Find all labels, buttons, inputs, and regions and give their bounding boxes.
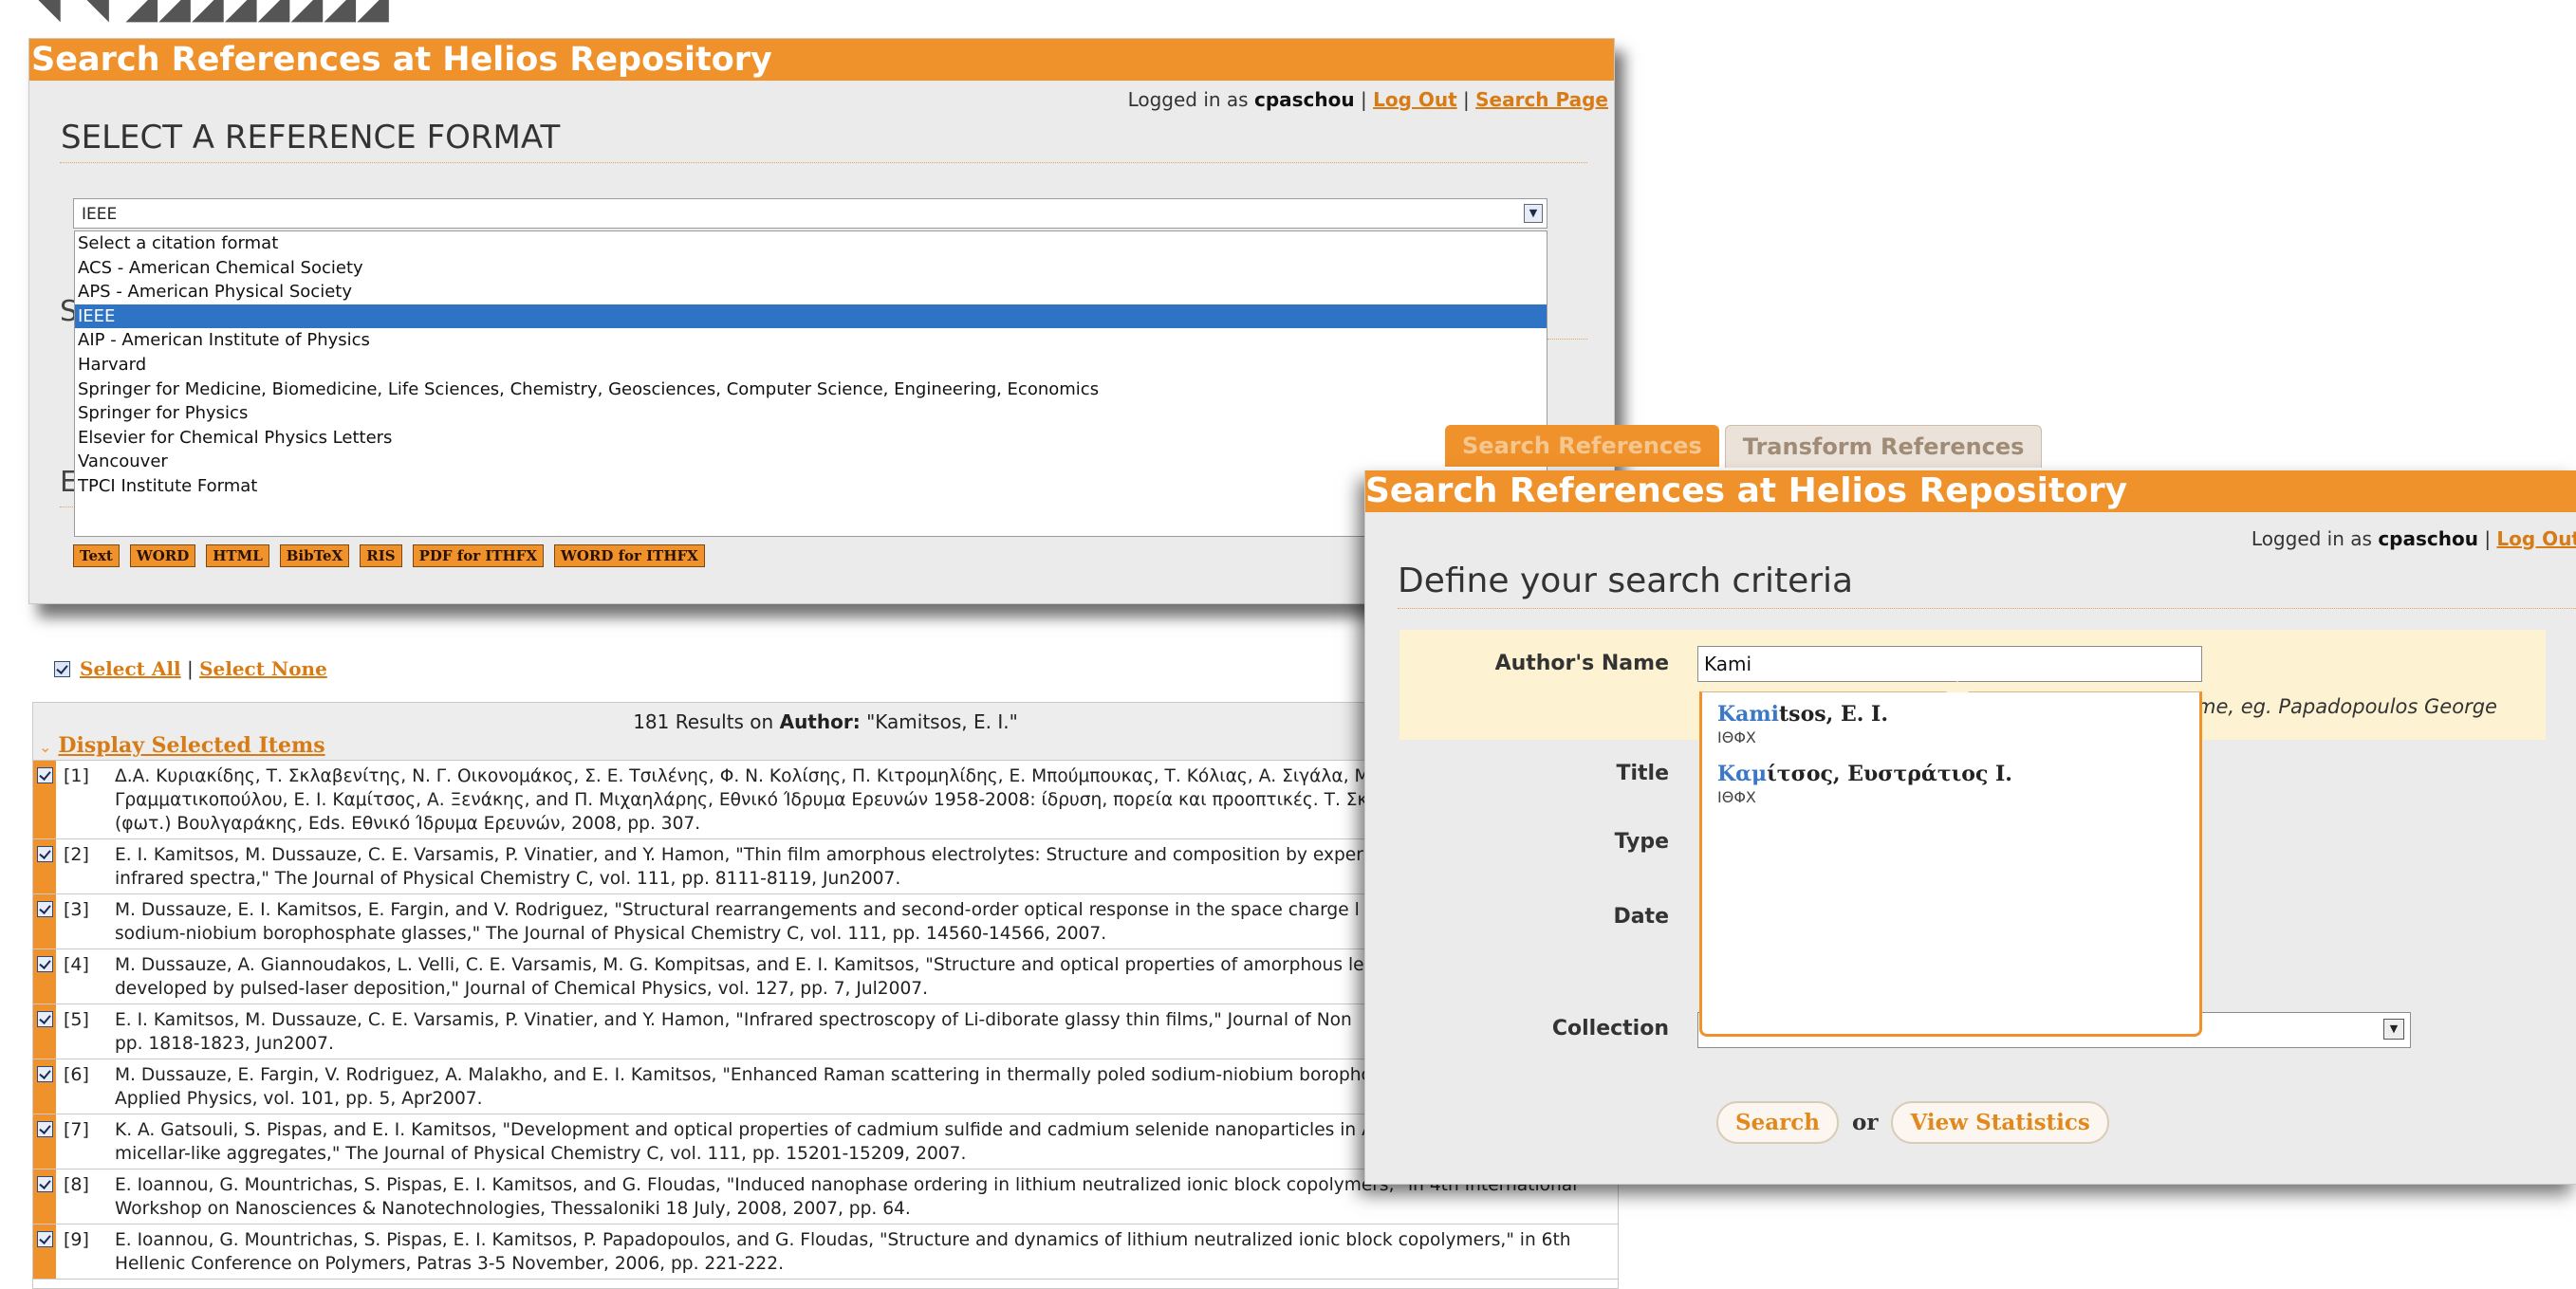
page-heading: SELECT A REFERENCE FORMAT — [61, 119, 561, 157]
export-toolbar: Text WORD HTML BibTeX RIS PDF for ITHFX … — [73, 544, 705, 567]
format-option[interactable]: TPCI Institute Format — [75, 474, 1547, 499]
result-checkbox[interactable] — [36, 1231, 53, 1247]
chevron-down-icon: ⌄ — [39, 738, 52, 756]
autocomplete-item[interactable]: Καμίτσος, Ευστράτιος Ι. ΙΘΦΧ — [1702, 752, 2199, 812]
result-number: [9] — [64, 1229, 89, 1250]
result-checkbox[interactable] — [36, 767, 53, 783]
result-checkbox[interactable] — [36, 956, 53, 972]
selected-format: IEEE — [82, 205, 118, 224]
view-statistics-button[interactable]: View Statistics — [1891, 1101, 2109, 1144]
logout-link[interactable]: Log Out — [1373, 88, 1457, 111]
autocomplete-caret — [1946, 681, 1969, 692]
collection-label: Collection — [1551, 1017, 1669, 1040]
format-option[interactable]: Springer for Medicine, Biomedicine, Life… — [75, 377, 1547, 402]
format-option[interactable]: Vancouver — [75, 450, 1547, 474]
divider — [1398, 608, 2576, 609]
author-label: Author's Name — [1494, 652, 1669, 675]
result-checkbox[interactable] — [36, 1121, 53, 1137]
result-row: [9] E. Ioannou, G. Mountrichas, S. Pispa… — [33, 1225, 1618, 1280]
result-number: [5] — [64, 1009, 89, 1030]
author-hint: me, eg. Papadopoulos George — [2196, 695, 2497, 718]
display-selected-toggle[interactable]: ⌄ Display Selected Items — [39, 733, 325, 758]
export-text-button[interactable]: Text — [73, 544, 120, 567]
result-checkbox[interactable] — [36, 1176, 53, 1192]
format-option[interactable]: Harvard — [75, 353, 1547, 377]
date-label: Date — [1613, 905, 1669, 929]
select-controls: Select All | Select None — [54, 657, 327, 680]
search-actions: Search or View Statistics — [1716, 1101, 2109, 1144]
search-page-link[interactable]: Search Page — [1475, 88, 1608, 111]
result-checkbox[interactable] — [36, 846, 53, 862]
username: cpaschou — [2378, 527, 2478, 550]
citation-format-select[interactable]: IEEE ▼ — [73, 198, 1547, 229]
window-title: Search References at Helios Repository — [1365, 470, 2576, 512]
cropped-heading: ◥ ◥ ◢◢◢◢◢◢◢◢ — [28, 0, 391, 28]
divider — [60, 162, 1587, 163]
export-word-button[interactable]: WORD — [129, 544, 196, 567]
select-all-checkbox[interactable] — [54, 660, 70, 677]
search-criteria-window: Search References at Helios Repository L… — [1364, 470, 2576, 1185]
format-option[interactable]: Elsevier for Chemical Physics Letters — [75, 426, 1547, 451]
result-citation: E. Ioannou, G. Mountrichas, S. Pispas, E… — [115, 1230, 1571, 1274]
window-title: Search References at Helios Repository — [29, 39, 1614, 81]
format-option[interactable]: ACS - American Chemical Society — [75, 256, 1547, 281]
citation-format-options[interactable]: Select a citation format ACS - American … — [74, 230, 1547, 537]
result-checkbox[interactable] — [36, 901, 53, 917]
author-name-input[interactable]: Kami — [1697, 646, 2202, 682]
divider — [1547, 339, 1587, 340]
export-ris-button[interactable]: RIS — [360, 544, 402, 567]
format-option-selected[interactable]: IEEE — [75, 304, 1547, 329]
result-checkbox[interactable] — [36, 1011, 53, 1027]
login-status: Logged in as cpaschou | Log Out | Search… — [1127, 88, 1608, 111]
result-number: [7] — [64, 1119, 89, 1140]
dropdown-arrow-icon[interactable]: ▼ — [1524, 204, 1543, 223]
format-option[interactable]: Select a citation format — [75, 231, 1547, 256]
select-all-link[interactable]: Select All — [80, 657, 181, 680]
format-option[interactable]: Springer for Physics — [75, 401, 1547, 426]
tab-search-references[interactable]: Search References — [1445, 425, 1719, 467]
title-label: Title — [1616, 762, 1669, 785]
page-heading: Define your search criteria — [1398, 562, 1854, 600]
result-number: [1] — [64, 765, 89, 786]
tab-transform-references[interactable]: Transform References — [1724, 425, 2043, 468]
result-checkbox[interactable] — [36, 1066, 53, 1082]
format-option[interactable]: AIP - American Institute of Physics — [75, 328, 1547, 353]
author-autocomplete: Kamitsos, E. I. ΙΘΦΧ Καμίτσος, Ευστράτιο… — [1699, 681, 2202, 1037]
result-number: [3] — [64, 899, 89, 920]
export-pdf-ithfx-button[interactable]: PDF for ITHFX — [412, 544, 544, 567]
result-number: [8] — [64, 1174, 89, 1195]
export-word-ithfx-button[interactable]: WORD for ITHFX — [553, 544, 705, 567]
logout-link[interactable]: Log Out — [2496, 527, 2576, 550]
type-label: Type — [1614, 830, 1669, 854]
autocomplete-item[interactable]: Kamitsos, E. I. ΙΘΦΧ — [1702, 692, 2199, 752]
search-button[interactable]: Search — [1716, 1101, 1839, 1144]
select-none-link[interactable]: Select None — [199, 657, 327, 680]
result-number: [4] — [64, 954, 89, 975]
tab-bar: Search References Transform References — [1445, 425, 2043, 468]
result-number: [2] — [64, 844, 89, 865]
username: cpaschou — [1253, 88, 1355, 111]
login-status: Logged in as cpaschou | Log Out — [2252, 527, 2576, 550]
export-bibtex-button[interactable]: BibTeX — [279, 544, 350, 567]
format-option[interactable]: APS - American Physical Society — [75, 280, 1547, 304]
dropdown-arrow-icon[interactable]: ▼ — [2383, 1019, 2404, 1040]
result-number: [6] — [64, 1064, 89, 1085]
export-html-button[interactable]: HTML — [206, 544, 269, 567]
